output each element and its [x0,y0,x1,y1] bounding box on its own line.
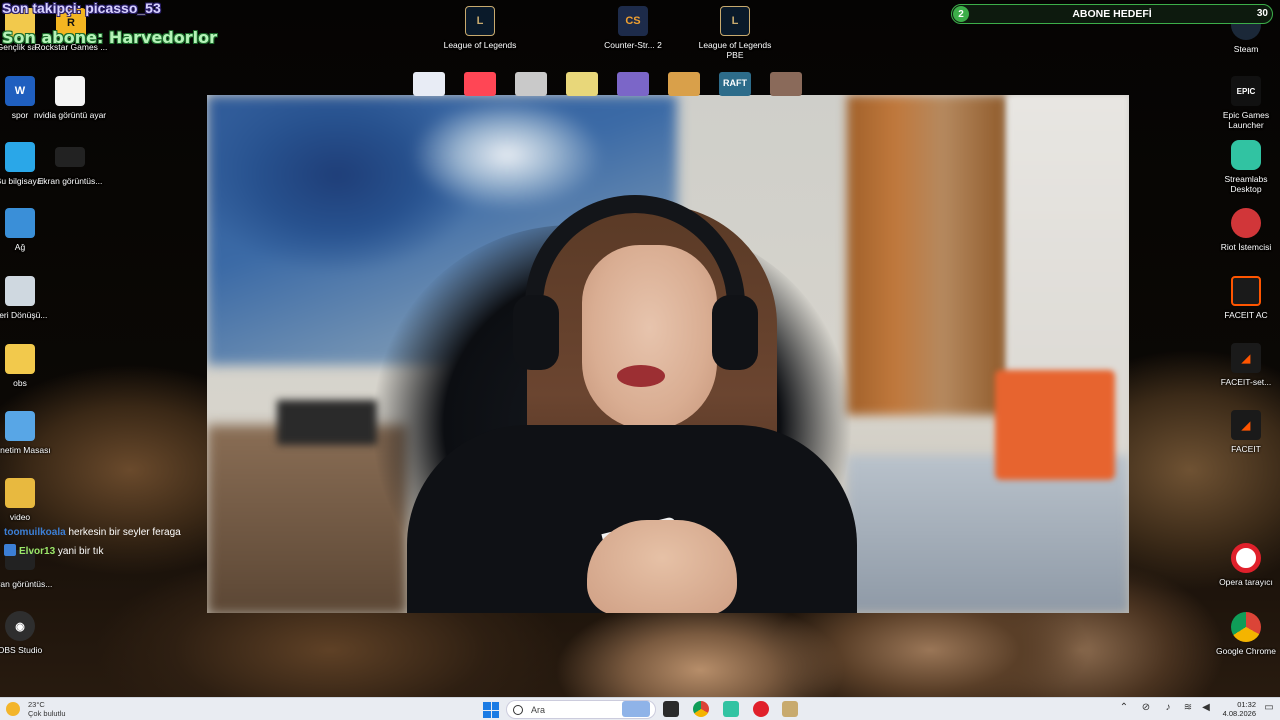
pixel-game-icon[interactable] [668,72,700,96]
control-panel-icon [5,411,35,441]
opera-icon [1231,543,1261,573]
folder-icon [5,344,35,374]
desktop-icon-recycle-bin[interactable]: Geri Dönüşü... [0,276,57,320]
wooden-door [847,95,1007,415]
clock-date: 4.08.2026 [1222,709,1256,718]
document-icon [55,76,85,106]
faceit-ac-icon [1231,276,1261,306]
clock-time: 01:32 [1237,700,1256,709]
desktop-icon-epic-games[interactable]: EPIC Epic Games Launcher [1209,76,1280,130]
last-subscriber-overlay: Son abone: Harvedorlor [2,28,217,47]
weather-cloud-icon [6,702,20,716]
chevron-up-icon[interactable]: ⌃ [1118,702,1130,714]
word-icon: W [5,76,35,106]
desktop-icon-faceit[interactable]: ◢ FACEIT [1209,410,1280,454]
desktop-icon-network[interactable]: Ağ [0,208,57,252]
desktop-icon-streamlabs[interactable]: Streamlabs Desktop [1209,140,1280,194]
search-placeholder: Ara [531,704,546,715]
chrome-icon[interactable] [693,701,709,717]
streamlabs-icon[interactable] [723,701,739,717]
search-icon [513,704,523,715]
streamer-lips [617,365,665,387]
valorant-icon[interactable] [464,72,496,96]
riot-client-icon [1231,208,1261,238]
desktop-icon-obs-studio[interactable]: ◉ OBS Studio [0,611,57,655]
television [277,400,377,445]
taskbar: 23°C Çok bulutlu Ara ⌃ ⊘ ♪ ≋ ◀ 01:32 4.0… [0,697,1280,720]
faceit-setup-icon: ◢ [1231,343,1261,373]
game-map-icon[interactable] [566,72,598,96]
weather-temp: 23°C [28,700,45,709]
epic-games-icon: EPIC [1231,76,1261,106]
desktop-icon-riot-client[interactable]: Riot İstemcisi [1209,208,1280,252]
pc-game-icon[interactable] [770,72,802,96]
computer-icon [5,142,35,172]
wifi-icon[interactable]: ≋ [1182,702,1194,714]
screenshot-icon [55,147,85,167]
goal-target-count: 30 [1256,8,1268,19]
desktop-icon-opera[interactable]: Opera tarayıcı [1209,543,1280,587]
network-icon [5,208,35,238]
desktop-icon-faceit-ac[interactable]: FACEIT AC [1209,276,1280,320]
weather-widget[interactable]: 23°C Çok bulutlu [6,700,66,718]
orange-pillow [995,370,1115,480]
chat-username: toomuilkoala [4,527,66,538]
recycle-bin-icon [5,276,35,306]
chat-username: Elvor13 [19,546,56,557]
desktop-icon-screenshot-1[interactable]: Ekran görüntüs... [33,142,107,186]
league-of-legends-pbe-icon: L [720,6,750,36]
start-button[interactable] [483,702,499,718]
headset-ear-left [513,295,559,370]
microphone-icon[interactable]: ♪ [1162,702,1174,714]
goal-title: ABONE HEDEFİ [1072,8,1152,20]
desktop-icon-league-pbe[interactable]: L League of Legends PBE [698,6,772,60]
game-character-icon[interactable] [515,72,547,96]
last-follower-overlay: Son takipçi: picasso_53 [2,0,161,16]
chat-text: yani bir tık [57,546,104,557]
desktop-icon-counter-strike[interactable]: CS Counter-Str... 2 [596,6,670,50]
desktop-icon-control-panel[interactable]: Denetim Masası [0,411,57,455]
headset-ear-right [712,295,758,370]
chrome-icon [1231,612,1261,642]
counter-strike-icon: CS [618,6,648,36]
taskbar-clock[interactable]: 01:32 4.08.2026 [1222,700,1256,718]
plane-icon[interactable] [413,72,445,96]
weather-desc: Çok bulutlu [28,709,66,718]
desktop-icon-league-of-legends[interactable]: L League of Legends [443,6,517,50]
desktop-icon-video-folder[interactable]: video [0,478,57,522]
task-view-icon[interactable] [622,701,650,717]
desktop-icon-obs-folder[interactable]: obs [0,344,57,388]
desktop-icon-nvidia-doc[interactable]: nvidia görüntü ayar [33,76,107,120]
file-explorer-icon[interactable] [663,701,679,717]
notification-icon[interactable]: ▭ [1263,702,1275,714]
faceit-icon: ◢ [1231,410,1261,440]
subscriber-badge-icon [4,544,16,556]
network-off-icon[interactable]: ⊘ [1140,702,1152,714]
streamer-hand [587,520,737,613]
chat-message: toomuilkoala herkesin bir seyler feraga [4,526,214,539]
mountain-game-icon[interactable] [617,72,649,96]
volume-icon[interactable]: ◀ [1200,702,1212,714]
raft-icon[interactable]: RAFT [719,72,751,96]
desktop-icon-faceit-setup[interactable]: ◢ FACEIT-set... [1209,343,1280,387]
league-of-legends-icon: L [465,6,495,36]
opera-icon[interactable] [753,701,769,717]
subscriber-goal-bar: 2 ABONE HEDEFİ 30 [951,4,1273,24]
chat-message: Elvor13 yani bir tık [4,544,214,558]
desktop-icon-chrome[interactable]: Google Chrome [1209,612,1280,656]
league-client-icon[interactable] [782,701,798,717]
chat-text: herkesin bir seyler feraga [68,527,181,538]
folder-icon [5,478,35,508]
streamlabs-icon [1231,140,1261,170]
goal-current-count: 2 [953,6,969,22]
webcam-feed [207,95,1129,613]
obs-icon: ◉ [5,611,35,641]
